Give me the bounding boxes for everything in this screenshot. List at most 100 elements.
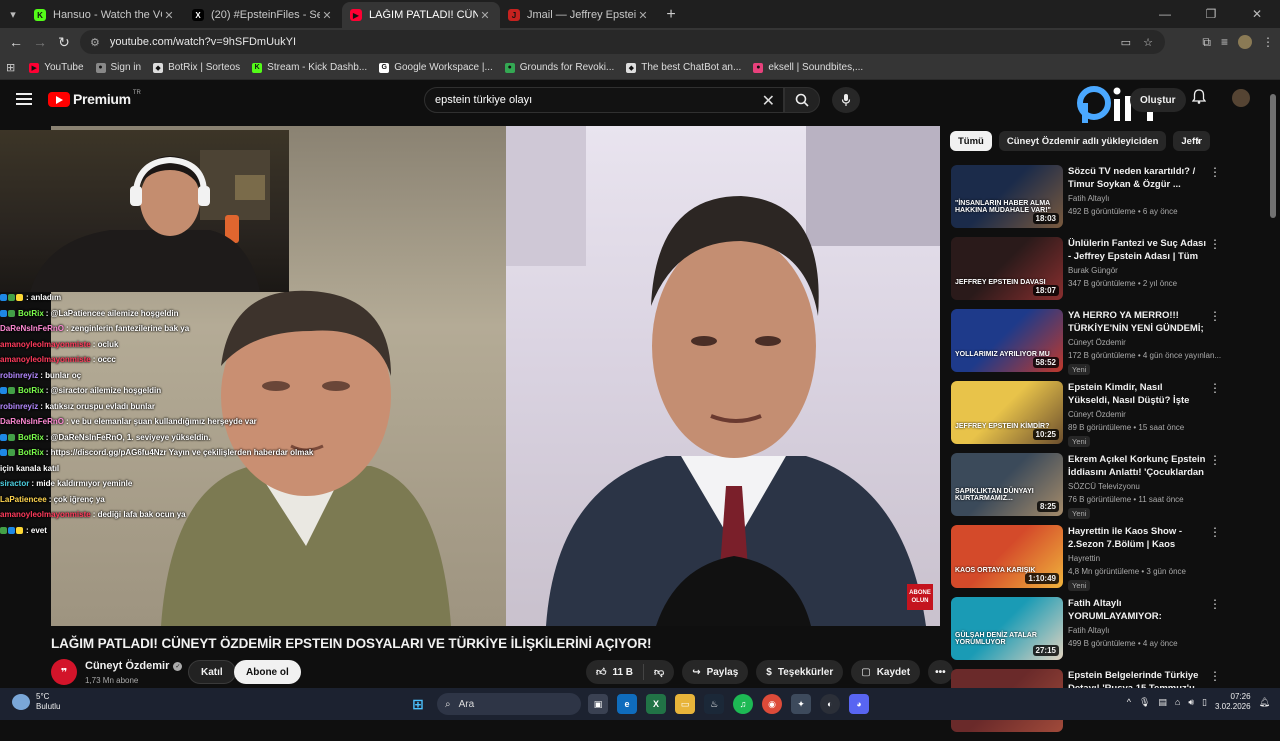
more-vertical-icon[interactable]: ⋮ — [1209, 597, 1221, 611]
recommended-video[interactable]: "İNSANLARIN HABER ALMA HAKKINA MÜDAHALE … — [951, 165, 1221, 237]
video-title[interactable]: Ekrem Açıkel Korkunç Epstein İddiasını A… — [1068, 453, 1206, 479]
dislike-button[interactable]: 👎︎ — [654, 666, 664, 678]
file-explorer-icon[interactable]: ▭ — [675, 694, 695, 714]
more-vertical-icon[interactable]: ⋮ — [1209, 381, 1221, 395]
recommended-video[interactable]: JEFFREY EPSTEIN DAVASI 18:07 Ünlülerin Fan… — [951, 237, 1221, 309]
share-button[interactable]: ↪ Paylaş — [682, 660, 749, 684]
subscribe-overlay-badge[interactable]: ABONE OLUN — [907, 584, 933, 610]
edge-icon[interactable]: e — [617, 694, 637, 714]
video-title[interactable]: Epstein Kimdir, Nasıl Yükseldi, Nasıl Dü… — [1068, 381, 1206, 407]
channel-name[interactable]: Cüneyt Özdemir — [1068, 410, 1126, 419]
channel-name[interactable]: Cüneyt Özdemir ✓ — [85, 660, 183, 672]
bookmark-item[interactable]: K Stream - Kick Dashb... — [252, 62, 367, 73]
more-vertical-icon[interactable]: ⋮ — [1209, 669, 1221, 683]
video-thumbnail[interactable]: SAPIKLIKTAN DÜNYAYI KURTARMAMIZ... 8:25 — [951, 453, 1063, 516]
spotify-icon[interactable]: ♫ — [733, 694, 753, 714]
bookmark-item[interactable]: ● Grounds for Revoki... — [504, 62, 614, 73]
search-input[interactable]: epstein türkiye olayı ✕ — [424, 87, 784, 113]
video-thumbnail[interactable]: JEFFREY EPSTEIN DAVASI 18:07 — [951, 237, 1063, 300]
mic-tray-icon[interactable]: 🎙︎ — [1139, 697, 1150, 708]
new-tab-button[interactable]: + — [658, 2, 684, 28]
apps-icon[interactable]: ⊞ — [6, 61, 15, 74]
filter-chip[interactable]: Cüneyt Özdemir adlı yükleyiciden — [998, 131, 1167, 151]
save-button[interactable]: ▢ Kaydet — [851, 660, 921, 684]
bookmark-item[interactable]: ◆ BotRix | Sorteos — [153, 62, 240, 73]
video-title[interactable]: Hayrettin ile Kaos Show - 2.Sezon 7.Bölü… — [1068, 525, 1206, 551]
tray-app-icon[interactable]: ▤ — [1158, 697, 1167, 708]
chrome-icon[interactable]: ◉ — [762, 694, 782, 714]
back-icon[interactable]: ← — [4, 34, 28, 50]
bookmark-item[interactable]: ● eksell | Soundbites,... — [753, 62, 863, 73]
app-icon-8[interactable]: ✦ — [791, 694, 811, 714]
video-thumbnail[interactable]: GÜLŞAH DENİZ ATALAR YORUMLUYOR 27:15 — [951, 597, 1063, 660]
recommended-video[interactable]: GÜLŞAH DENİZ ATALAR YORUMLUYOR 27:15 Fatih… — [951, 597, 1221, 669]
more-vertical-icon[interactable]: ⋮ — [1209, 165, 1221, 179]
tab-close-icon[interactable]: ✕ — [320, 9, 334, 22]
more-vertical-icon[interactable]: ⋮ — [1209, 237, 1221, 251]
tab-close-icon[interactable]: ✕ — [478, 9, 492, 22]
search-button[interactable] — [784, 87, 820, 113]
menu-icon[interactable]: ⋮ — [1262, 35, 1274, 49]
video-thumbnail[interactable]: YOLLARIMIZ AYRILIYOR MU 58:52 — [951, 309, 1063, 372]
taskbar-search[interactable]: ⌕ Ara — [437, 693, 581, 715]
page-scrollbar[interactable] — [1270, 94, 1276, 218]
extensions-icon[interactable]: ⧉ — [1202, 35, 1211, 50]
create-button[interactable]: Oluştur — [1130, 88, 1186, 112]
chevron-right-icon[interactable]: › — [1196, 134, 1200, 148]
profile-icon[interactable] — [1238, 35, 1252, 49]
video-thumbnail[interactable]: "İNSANLARIN HABER ALMA HAKKINA MÜDAHALE … — [951, 165, 1063, 228]
bookmark-item[interactable]: ◆ The best ChatBot an... — [626, 62, 741, 73]
recommended-video[interactable]: KAOS ORTAYA KARIŞIK 1:10:49 Hayrettin ile … — [951, 525, 1221, 597]
join-button[interactable]: Katıl — [188, 660, 236, 684]
channel-name[interactable]: Fatih Altaylı — [1068, 626, 1109, 635]
subscribe-button[interactable]: Abone ol — [234, 660, 301, 684]
reload-icon[interactable]: ↻ — [52, 34, 76, 51]
discord-icon[interactable]: ◕ — [849, 694, 869, 714]
close-window-icon[interactable]: ✕ — [1234, 0, 1280, 28]
windows-start-icon[interactable]: ⊞ — [408, 694, 428, 714]
recommended-video[interactable]: YOLLARIMIZ AYRILIYOR MU 58:52 YA HERRO YA … — [951, 309, 1221, 381]
steam-icon[interactable]: ♨ — [704, 694, 724, 714]
guide-menu-icon[interactable] — [16, 93, 32, 105]
tab-close-icon[interactable]: ✕ — [636, 9, 650, 22]
recommended-video[interactable]: SAPIKLIKTAN DÜNYAYI KURTARMAMIZ... 8:25 Ek… — [951, 453, 1221, 525]
weather-widget[interactable]: 5°C Bulutlu — [12, 692, 60, 712]
video-title[interactable]: Sözcü TV neden karartıldı? / Timur Soyka… — [1068, 165, 1206, 191]
channel-name[interactable]: Fatih Altaylı — [1068, 194, 1109, 203]
task-view-icon[interactable]: ▣ — [588, 694, 608, 714]
youtube-logo[interactable]: Premium TR — [48, 90, 141, 107]
more-vertical-icon[interactable]: ⋮ — [1209, 453, 1221, 467]
video-title[interactable]: YA HERRO YA MERRO!!! TÜRKİYE'NİN YENİ GÜ… — [1068, 309, 1206, 335]
video-thumbnail[interactable]: JEFFREY EPSTEIN KİMDİR? 10:25 — [951, 381, 1063, 444]
video-thumbnail[interactable]: KAOS ORTAYA KARIŞIK 1:10:49 — [951, 525, 1063, 588]
cast-icon[interactable]: ▭ — [1121, 36, 1131, 49]
browser-tab[interactable]: K Hansuo - Watch the VOD on Ki✕ — [26, 2, 184, 28]
channel-name[interactable]: Hayrettin — [1068, 554, 1100, 563]
channel-name[interactable]: SÖZCÜ Televizyonu — [1068, 482, 1140, 491]
tray-chevron-icon[interactable]: ^ — [1127, 697, 1131, 707]
bookmark-item[interactable]: ▶ YouTube — [29, 62, 84, 73]
tab-search-icon[interactable]: ▾ — [0, 0, 26, 28]
notification-bell-icon[interactable]: 🔔︎ — [1259, 697, 1270, 708]
channel-avatar[interactable]: ❞ — [51, 659, 77, 685]
tab-close-icon[interactable]: ✕ — [162, 9, 176, 22]
channel-name[interactable]: Cüneyt Özdemir — [1068, 338, 1126, 347]
media-icon[interactable]: ≡ — [1221, 35, 1228, 49]
minimize-icon[interactable]: — — [1142, 0, 1188, 28]
filter-chip[interactable]: Tümü — [950, 131, 992, 151]
browser-tab[interactable]: ▶ LAĞIM PATLADI! CÜNEYT ÖZDE✕ — [342, 2, 500, 28]
volume-icon[interactable]: 🔊︎ — [1188, 697, 1194, 708]
video-title[interactable]: Fatih Altaylı YORUMLAYAMIYOR: "Randevu..… — [1068, 597, 1206, 623]
browser-tab[interactable]: X (20) #EpsteinFiles - Search / X✕ — [184, 2, 342, 28]
clock[interactable]: 07:26 3.02.2026 — [1215, 692, 1251, 712]
network-icon[interactable]: ⌂ — [1175, 697, 1180, 707]
more-vertical-icon[interactable]: ⋮ — [1209, 525, 1221, 539]
recommended-video[interactable]: JEFFREY EPSTEIN KİMDİR? 10:25 Epstein Kimd… — [951, 381, 1221, 453]
site-info-icon[interactable]: ⚙ — [90, 36, 100, 49]
channel-name[interactable]: Burak Güngör — [1068, 266, 1118, 275]
restore-icon[interactable]: ❐ — [1188, 0, 1234, 28]
more-vertical-icon[interactable]: ⋮ — [1209, 309, 1221, 323]
bookmark-item[interactable]: ● Sign in — [95, 62, 141, 73]
bookmark-star-icon[interactable]: ☆ — [1143, 36, 1153, 49]
account-avatar[interactable] — [1232, 89, 1250, 107]
